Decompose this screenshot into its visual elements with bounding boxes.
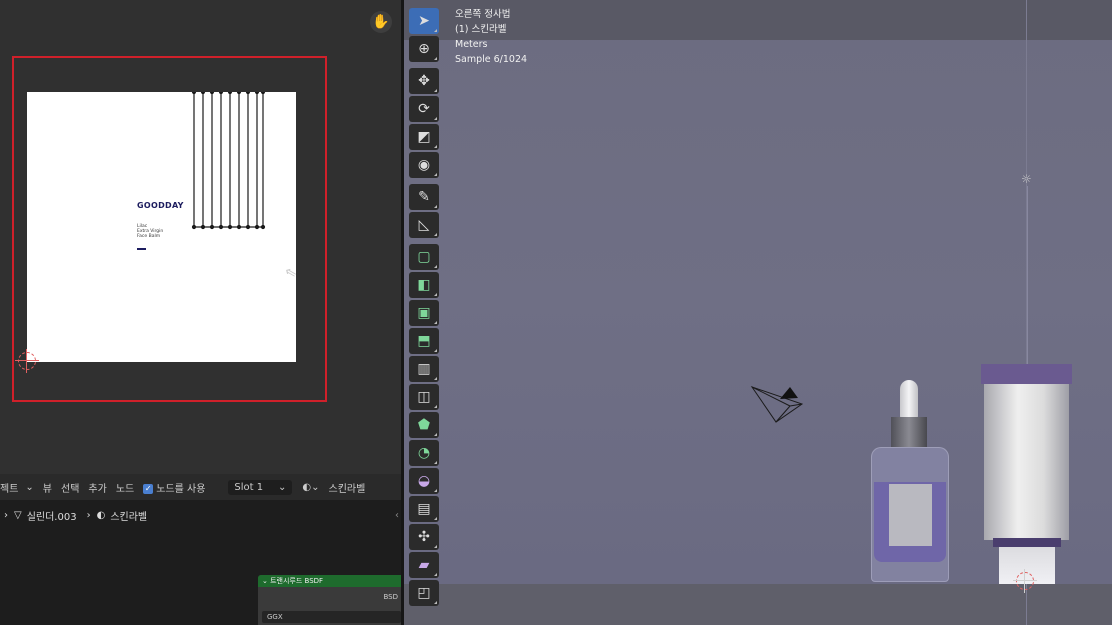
cursor-3d-icon[interactable]: ⊕ [409,36,439,62]
chevron-left-icon[interactable]: ‹ [395,510,399,521]
view-name: 오른쪽 정사법 [455,9,511,20]
active-object: (1) 스킨라벨 [455,24,507,35]
spin-icon[interactable]: ◔ [409,440,439,466]
chevron-down-icon[interactable]: ⌄ [25,482,33,493]
checkbox-checked-icon[interactable]: ✓ [143,483,154,494]
tube-band [993,538,1061,547]
tube-body [984,384,1069,540]
node-title: 트랜시루드 BSDF [270,577,324,585]
chevron-down-icon[interactable]: ⌄ [262,577,268,585]
unit-system: Meters [455,39,488,50]
add-cube-icon[interactable]: ▢ [409,244,439,270]
cursor-arrow-icon[interactable]: ➤ [409,8,439,34]
2d-cursor-icon[interactable] [15,349,39,373]
bsdf-output-socket[interactable]: BSD [258,593,401,601]
brand-dash [137,248,146,250]
node-menu[interactable]: 노드 [116,480,134,495]
view-menu[interactable]: 뷰 [43,480,52,495]
material-sphere-icon[interactable]: ◐⌄ [302,482,319,493]
add-menu[interactable]: 추가 [88,480,106,495]
tool-shelf: ➤ ⊕ ✥ ⟳ ◩ ◉ ✎ ◺ ▢ ◧ ▣ ⬒ ▥ ◫ ⬟ ◔ ◒ ▤ ✣ ▰ … [407,6,441,608]
camera-icon[interactable] [750,384,806,426]
dropper-collar [891,417,927,447]
chevron-right-icon: › [86,509,91,521]
breadcrumb-material[interactable]: 스킨라벨 [110,508,147,523]
brand-name: GOODDAY [137,201,184,210]
node-header[interactable]: ⌄ 트랜시루드 BSDF [258,575,401,587]
breadcrumb-object[interactable]: 실린더.003 [27,508,77,523]
use-nodes-toggle[interactable]: ✓ 노드를 사용 [143,480,205,495]
chevron-right-icon: › [4,509,8,521]
image-editor-area[interactable]: ✋ GOODDAY Lilac Extra Virgin Face Balm ⇖ [0,0,401,474]
edge-slide-icon[interactable]: ▤ [409,496,439,522]
scale-icon[interactable]: ◩ [409,124,439,150]
shear-icon[interactable]: ▰ [409,552,439,578]
bottle-body [871,447,949,582]
loop-cut-icon[interactable]: ▥ [409,356,439,382]
hand-icon[interactable]: ✋ [370,11,392,33]
mesh-icon: ▽ [14,509,22,521]
bevel-icon[interactable]: ⬒ [409,328,439,354]
uv-texture-canvas[interactable]: GOODDAY Lilac Extra Virgin Face Balm [27,92,296,362]
tube-cap [981,364,1072,384]
light-icon[interactable]: ☼ [1021,172,1033,186]
viewport-info-overlay: 오른쪽 정사법 (1) 스킨라벨 Meters Sample 6/1024 [455,7,527,67]
cream-tube-model[interactable] [981,364,1072,584]
translucent-bsdf-node[interactable]: ⌄ 트랜시루드 BSDF BSD GGX [258,575,401,625]
dropper-bulb [900,380,918,418]
smooth-icon[interactable]: ◒ [409,468,439,494]
object-menu[interactable]: 젝트 [0,480,18,495]
shader-editor-header: 젝트 ⌄ 뷰 선택 추가 노드 ✓ 노드를 사용 Slot 1 ⌄ ◐⌄ 스킨라벨 [0,474,401,500]
shrink-fatten-icon[interactable]: ✣ [409,524,439,550]
3d-viewport[interactable]: 오른쪽 정사법 (1) 스킨라벨 Meters Sample 6/1024 ➤ … [404,0,1112,625]
slot-dropdown[interactable]: Slot 1 ⌄ [228,479,293,495]
move-icon[interactable]: ✥ [409,68,439,94]
use-nodes-label: 노드를 사용 [156,483,206,495]
breadcrumb: › ▽ 실린더.003 › ◐ 스킨라벨 [0,506,401,524]
measure-icon[interactable]: ◺ [409,212,439,238]
render-samples: Sample 6/1024 [455,54,528,65]
poly-build-icon[interactable]: ⬟ [409,412,439,438]
rotate-icon[interactable]: ⟳ [409,96,439,122]
select-menu[interactable]: 선택 [61,480,79,495]
description-line: Face Balm [137,234,161,239]
rip-icon[interactable]: ◰ [409,580,439,606]
chevron-down-icon: ⌄ [278,481,287,493]
material-name[interactable]: 스킨라벨 [329,480,366,495]
annotate-icon[interactable]: ✎ [409,184,439,210]
shader-editor-area[interactable]: 젝트 ⌄ 뷰 선택 추가 노드 ✓ 노드를 사용 Slot 1 ⌄ ◐⌄ 스킨라벨… [0,474,401,625]
bottle-label [889,484,932,546]
transform-icon[interactable]: ◉ [409,152,439,178]
material-sphere-icon: ◐ [96,509,106,521]
label-stripe-lines [191,92,266,230]
knife-icon[interactable]: ◫ [409,384,439,410]
slot-label: Slot 1 [234,481,264,493]
dropper-bottle-model[interactable] [869,380,949,582]
floor-plane [404,584,1112,625]
distribution-dropdown[interactable]: GGX [262,611,401,623]
inset-icon[interactable]: ▣ [409,300,439,326]
extrude-icon[interactable]: ◧ [409,272,439,298]
3d-cursor-icon[interactable] [1013,569,1037,593]
